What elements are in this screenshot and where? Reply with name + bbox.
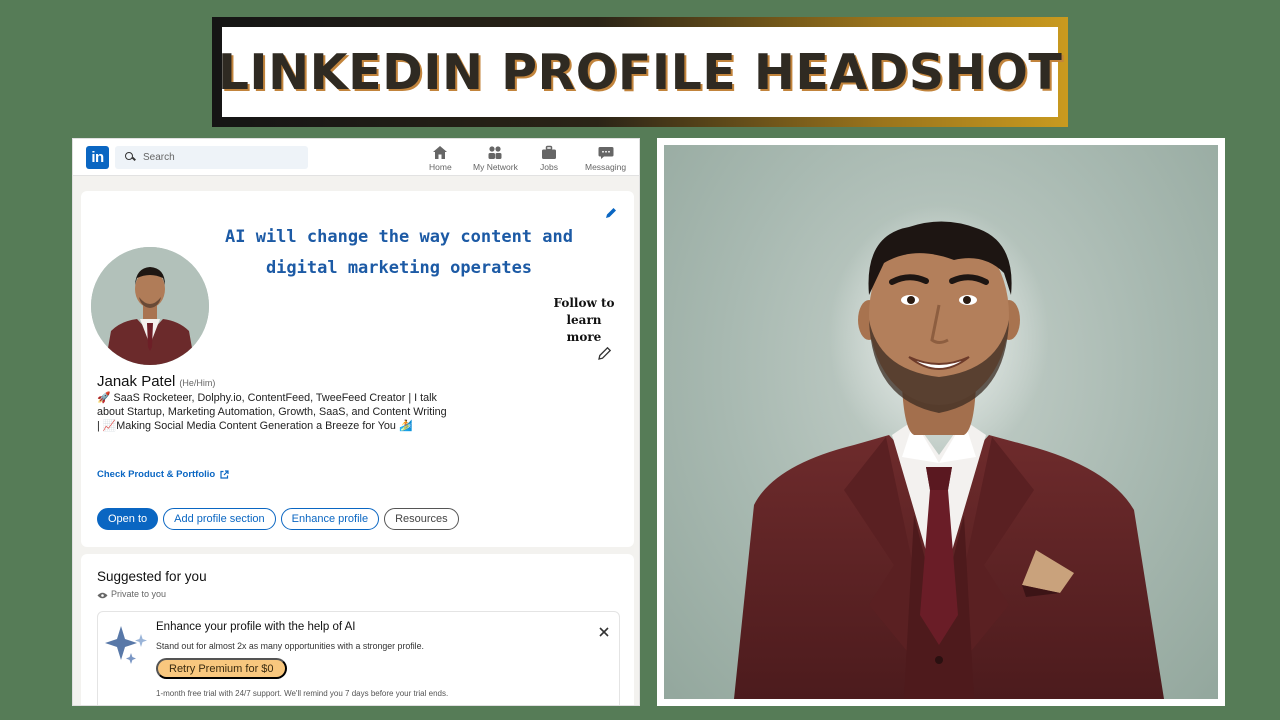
search-input[interactable] (143, 152, 293, 163)
suggested-card: Suggested for you Private to you Enhance… (81, 554, 634, 705)
network-icon (486, 143, 504, 161)
nav-messaging-label: Messaging (585, 162, 627, 172)
title-banner: LINKEDIN PROFILE HEADSHOT (212, 17, 1068, 127)
search-icon (125, 152, 136, 163)
nav-my-network-label: My Network (473, 162, 518, 172)
pencil-icon[interactable] (604, 205, 618, 219)
headshot-photo (664, 145, 1218, 699)
nav-jobs[interactable]: Jobs (540, 143, 558, 172)
title-banner-inner: LINKEDIN PROFILE HEADSHOT (218, 27, 1062, 117)
resources-button[interactable]: Resources (384, 508, 459, 530)
private-note-text: Private to you (111, 589, 167, 599)
banner-quote-line2: digital marketing operates (265, 258, 533, 278)
retry-premium-button[interactable]: Retry Premium for $0 (156, 658, 287, 679)
portfolio-link[interactable]: Check Product & Portfolio (97, 469, 229, 480)
avatar[interactable] (91, 247, 209, 365)
banner-quote-line1: AI will change the way content and (225, 227, 573, 247)
linkedin-logo[interactable]: in (86, 146, 109, 169)
sparkle-icon (104, 620, 150, 666)
ai-enhance-box: Enhance your profile with the help of AI… (97, 611, 620, 705)
follow-callout: Follow to learn more (551, 295, 617, 346)
nav-jobs-label: Jobs (540, 162, 558, 172)
messaging-icon (597, 143, 615, 161)
profile-card: AI will change the way content and digit… (81, 191, 634, 547)
enhance-profile-button[interactable]: Enhance profile (280, 508, 380, 530)
private-note: Private to you (97, 589, 166, 599)
home-icon (431, 143, 449, 161)
ai-enhance-description: Stand out for almost 2x as many opportun… (156, 641, 424, 651)
nav-home-label: Home (429, 162, 452, 172)
profile-banner-quote: AI will change the way content and digit… (199, 222, 599, 284)
briefcase-icon (540, 143, 558, 161)
headshot-photo-frame (657, 138, 1225, 706)
follow-line1: Follow to (553, 296, 615, 310)
follow-line2: learn more (566, 313, 602, 344)
eye-icon (97, 591, 108, 598)
external-link-icon (220, 470, 229, 479)
edit-intro-pencil-icon[interactable] (597, 346, 612, 361)
close-icon[interactable] (599, 622, 609, 637)
suggested-title: Suggested for you (97, 569, 207, 584)
profile-name-row: Janak Patel (He/Him) (97, 373, 215, 390)
profile-pronouns: (He/Him) (179, 378, 216, 388)
profile-action-buttons: Open to Add profile section Enhance prof… (97, 508, 459, 530)
nav-messaging[interactable]: Messaging (585, 143, 626, 172)
search-bar[interactable] (115, 146, 308, 169)
profile-headline: 🚀 SaaS Rocketeer, Dolphy.io, ContentFeed… (97, 392, 447, 432)
linkedin-topbar: in Home My Network Jobs (73, 139, 639, 176)
ai-enhance-title: Enhance your profile with the help of AI (156, 621, 356, 633)
add-profile-section-button[interactable]: Add profile section (163, 508, 276, 530)
trial-note: 1-month free trial with 24/7 support. We… (156, 689, 449, 698)
page-title: LINKEDIN PROFILE HEADSHOT (217, 43, 1063, 101)
nav-my-network[interactable]: My Network (473, 143, 518, 172)
linkedin-profile-panel: in Home My Network Jobs (72, 138, 640, 706)
open-to-button[interactable]: Open to (97, 508, 159, 530)
headshot-illustration (734, 205, 1164, 699)
profile-name: Janak Patel (97, 373, 176, 390)
nav-home[interactable]: Home (429, 143, 452, 172)
portfolio-link-text: Check Product & Portfolio (97, 469, 216, 480)
